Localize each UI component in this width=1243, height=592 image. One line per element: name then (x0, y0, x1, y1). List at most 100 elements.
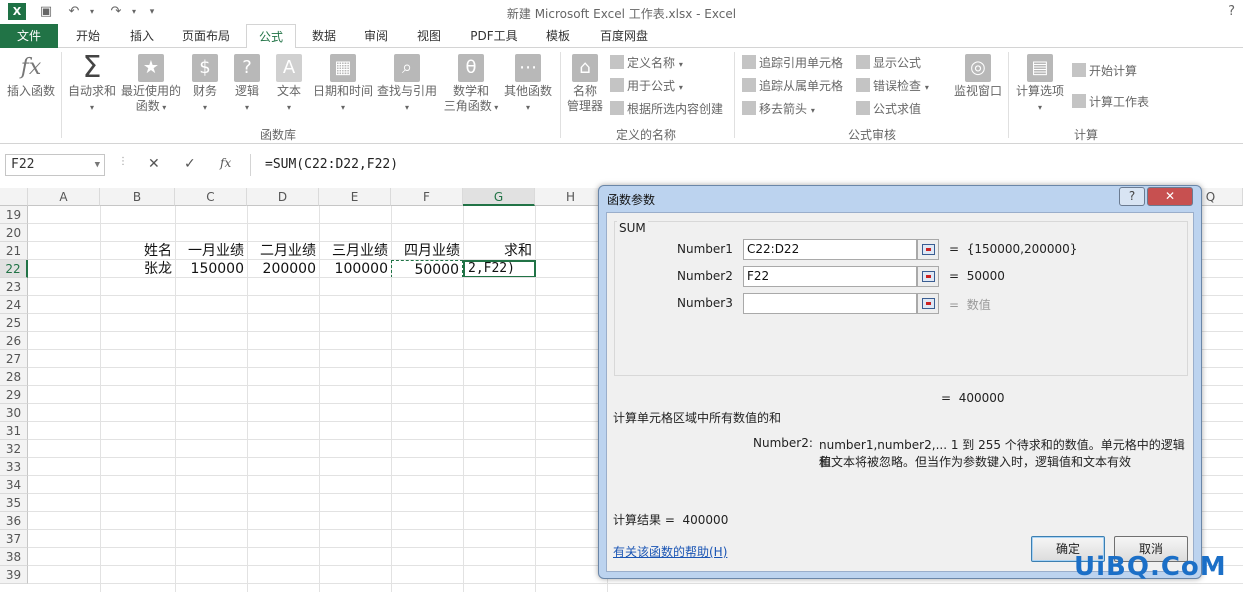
row-header-24[interactable]: 24 (0, 296, 28, 314)
trace-precedents-icon (742, 55, 756, 69)
row-header-27[interactable]: 27 (0, 350, 28, 368)
cell-e22[interactable]: 100000 (319, 260, 391, 278)
tab-pdf-tools[interactable]: PDF工具 (460, 24, 528, 48)
calculate-now-button[interactable]: 开始计算 (1072, 61, 1137, 81)
financial-button[interactable]: $ 财务 ▾ (188, 54, 222, 115)
tab-insert[interactable]: 插入 (116, 24, 168, 48)
watch-window-button[interactable]: ◎ 监视窗口 (950, 54, 1006, 99)
column-header-b[interactable]: B (100, 188, 175, 206)
row-header-20[interactable]: 20 (0, 224, 28, 242)
trace-dependents-button[interactable]: 追踪从属单元格 (742, 76, 843, 96)
more-functions-button[interactable]: ⋯ 其他函数 ▾ (502, 54, 554, 115)
logical-button[interactable]: ? 逻辑 ▾ (230, 54, 264, 115)
cell-c22[interactable]: 150000 (175, 260, 247, 278)
tab-home[interactable]: 开始 (62, 24, 114, 48)
row-header-25[interactable]: 25 (0, 314, 28, 332)
column-header-h[interactable]: H (535, 188, 607, 206)
column-header-d[interactable]: D (247, 188, 319, 206)
row-header-28[interactable]: 28 (0, 368, 28, 386)
lookup-label: 查找与引用 (376, 84, 437, 98)
tab-baidu-netdisk[interactable]: 百度网盘 (588, 24, 660, 48)
recent-functions-button[interactable]: ★ 最近使用的 函数 ▾ (120, 54, 182, 115)
calculation-options-button[interactable]: ▤ 计算选项 ▾ (1012, 54, 1068, 115)
row-header-33[interactable]: 33 (0, 458, 28, 476)
number1-input[interactable]: C22:D22 (743, 239, 917, 260)
function-help-link[interactable]: 有关该函数的帮助(H) (613, 543, 727, 560)
trace-precedents-button[interactable]: 追踪引用单元格 (742, 53, 843, 73)
show-formulas-button[interactable]: 显示公式 (856, 53, 921, 73)
cell-b22[interactable]: 张龙 (100, 260, 175, 278)
row-header-23[interactable]: 23 (0, 278, 28, 296)
sigma-icon: Σ (82, 50, 102, 85)
row-header-37[interactable]: 37 (0, 530, 28, 548)
row-header-31[interactable]: 31 (0, 422, 28, 440)
star-book-icon: ★ (138, 54, 164, 82)
math-trig-button[interactable]: θ 数学和 三角函数 ▾ (440, 54, 502, 115)
row-header-36[interactable]: 36 (0, 512, 28, 530)
help-button[interactable]: ? (1228, 4, 1235, 19)
column-header-g[interactable]: G (463, 188, 535, 206)
column-header-c[interactable]: C (175, 188, 247, 206)
calculate-sheet-button[interactable]: 计算工作表 (1072, 92, 1149, 112)
tab-page-layout[interactable]: 页面布局 (170, 24, 242, 48)
cell-d22[interactable]: 200000 (247, 260, 319, 278)
create-from-selection-button[interactable]: 根据所选内容创建 (610, 99, 723, 119)
remove-arrows-button[interactable]: 移去箭头 ▾ (742, 99, 815, 119)
tab-review[interactable]: 审阅 (352, 24, 400, 48)
row-header-19[interactable]: 19 (0, 206, 28, 224)
row-header-35[interactable]: 35 (0, 494, 28, 512)
select-all-corner[interactable] (0, 188, 28, 206)
define-name-button[interactable]: 定义名称 ▾ (610, 53, 683, 73)
cell-f21[interactable]: 四月业绩 (391, 242, 463, 260)
collapse-dialog-icon[interactable] (917, 293, 939, 314)
tab-file[interactable]: 文件 (0, 24, 58, 48)
collapse-dialog-icon[interactable] (917, 239, 939, 260)
row-header-21[interactable]: 21 (0, 242, 28, 260)
tab-view[interactable]: 视图 (405, 24, 453, 48)
number3-input[interactable] (743, 293, 917, 314)
insert-function-button[interactable]: fx 插入函数 (4, 54, 58, 99)
watch-window-label: 监视窗口 (953, 84, 1002, 98)
cancel-icon[interactable]: ✕ (148, 156, 160, 172)
row-header-30[interactable]: 30 (0, 404, 28, 422)
lookup-button[interactable]: ⌕ 查找与引用 ▾ (376, 54, 438, 115)
error-checking-button[interactable]: 错误检查 ▾ (856, 76, 929, 96)
tab-templates[interactable]: 模板 (534, 24, 582, 48)
number2-input[interactable]: F22 (743, 266, 917, 287)
tab-formulas[interactable]: 公式 (246, 24, 296, 49)
column-header-a[interactable]: A (28, 188, 100, 206)
cell-g22-active[interactable]: 2,F22) (463, 260, 536, 278)
insert-function-icon[interactable]: fx (220, 156, 231, 170)
close-icon[interactable]: ✕ (1147, 187, 1193, 206)
collapse-dialog-icon[interactable] (917, 266, 939, 287)
datetime-label: 日期和时间 (312, 84, 373, 98)
row-header-22[interactable]: 22 (0, 260, 28, 278)
name-manager-button[interactable]: ⌂ 名称 管理器 (564, 54, 606, 114)
text-button[interactable]: A 文本 ▾ (272, 54, 306, 115)
cell-c21[interactable]: 一月业绩 (175, 242, 247, 260)
row-header-26[interactable]: 26 (0, 332, 28, 350)
cell-g21[interactable]: 求和 (463, 242, 535, 260)
column-header-e[interactable]: E (319, 188, 391, 206)
logical-label: 逻辑 (234, 84, 259, 98)
tab-data[interactable]: 数据 (300, 24, 348, 48)
row-header-39[interactable]: 39 (0, 566, 28, 584)
formula-input[interactable]: =SUM(C22:D22,F22) (250, 154, 1240, 176)
row-header-32[interactable]: 32 (0, 440, 28, 458)
cell-d21[interactable]: 二月业绩 (247, 242, 319, 260)
row-header-34[interactable]: 34 (0, 476, 28, 494)
use-in-formula-button[interactable]: 用于公式 ▾ (610, 76, 683, 96)
row-header-29[interactable]: 29 (0, 386, 28, 404)
evaluate-formula-button[interactable]: 公式求值 (856, 99, 921, 119)
row-header-38[interactable]: 38 (0, 548, 28, 566)
cell-b21[interactable]: 姓名 (100, 242, 175, 260)
help-icon[interactable]: ? (1119, 187, 1145, 206)
cell-e21[interactable]: 三月业绩 (319, 242, 391, 260)
name-box[interactable]: F22 ▼ (5, 154, 105, 176)
chevron-down-icon[interactable]: ▼ (95, 155, 100, 175)
autosum-button[interactable]: Σ 自动求和 ▾ (66, 50, 118, 115)
cell-f22[interactable]: 50000 (391, 260, 463, 278)
datetime-button[interactable]: ▦ 日期和时间 ▾ (310, 54, 376, 115)
enter-check-icon[interactable]: ✓ (184, 156, 196, 172)
column-header-f[interactable]: F (391, 188, 463, 206)
